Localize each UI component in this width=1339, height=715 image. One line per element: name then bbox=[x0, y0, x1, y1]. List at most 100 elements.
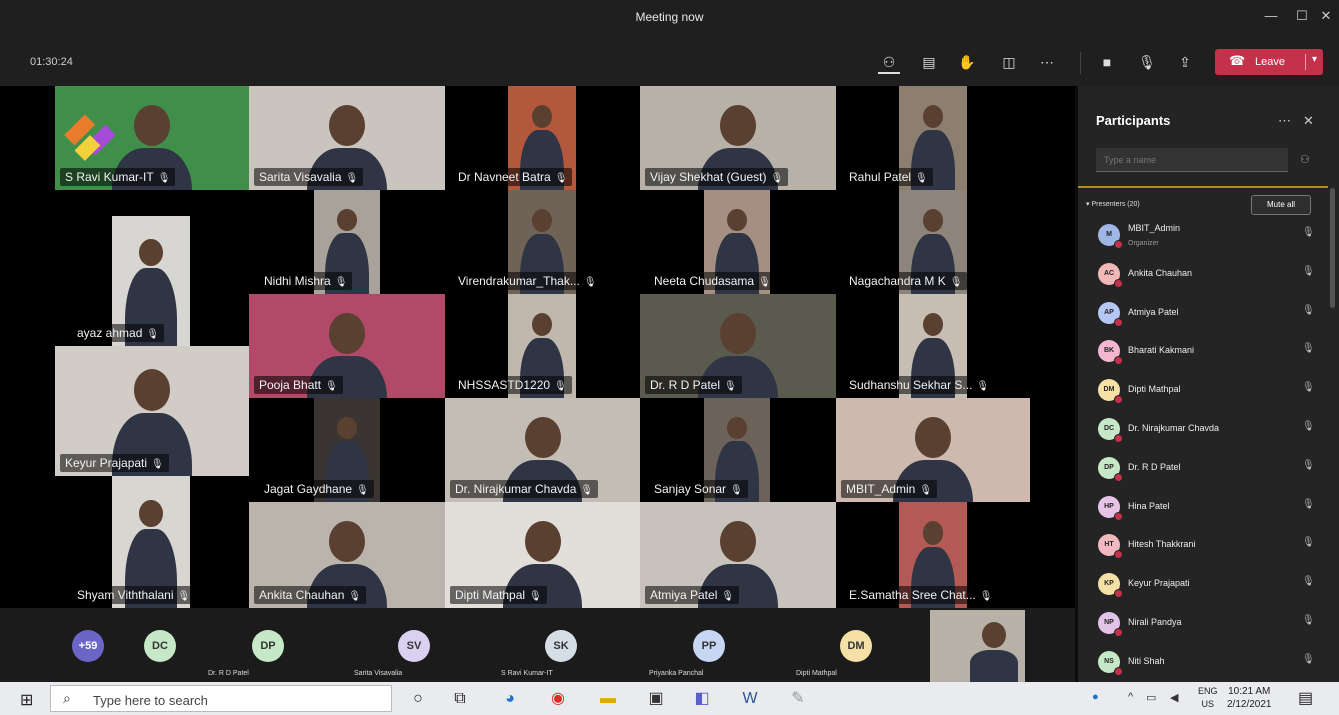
add-participant-icon[interactable]: ⚇ bbox=[1300, 153, 1310, 166]
video-tile[interactable]: Sarita Visavalia 🎙 bbox=[249, 86, 445, 190]
minimize-icon[interactable]: — bbox=[1256, 8, 1286, 23]
chrome-icon[interactable]: ◉ bbox=[546, 687, 570, 711]
leave-options-chevron-icon[interactable]: ▾ bbox=[1304, 54, 1317, 70]
participant-avatar[interactable]: PP bbox=[693, 630, 725, 662]
participant-search-input[interactable] bbox=[1096, 148, 1288, 172]
system-clock[interactable]: 10:21 AM 2/12/2021 bbox=[1227, 685, 1272, 711]
participant-row[interactable]: M MBIT_Admin Organizer 🎙 bbox=[1078, 216, 1328, 254]
video-tile[interactable]: Pooja Bhatt 🎙 bbox=[249, 294, 445, 398]
panel-close-icon[interactable]: ✕ bbox=[1303, 113, 1314, 129]
participant-avatar[interactable]: DM bbox=[840, 630, 872, 662]
presenters-section-header[interactable]: ▾ Presenters (20) bbox=[1086, 200, 1140, 208]
presence-dot-icon bbox=[1114, 395, 1123, 405]
chat-icon[interactable]: ▤ bbox=[918, 52, 940, 72]
video-tile[interactable]: Dr. Nirajkumar Chavda 🎙 bbox=[445, 398, 640, 502]
participant-name: Atmiya Patel bbox=[650, 588, 718, 602]
participant-row[interactable]: HP Hina Patel 🎙 bbox=[1078, 488, 1328, 526]
video-tile[interactable]: E.Samatha Sree Chat... 🎙 bbox=[844, 502, 998, 608]
raise-hand-icon[interactable]: ✋ bbox=[956, 52, 978, 72]
windows-start-icon[interactable]: ⊞ bbox=[20, 690, 33, 710]
video-tile[interactable]: Dipti Mathpal 🎙 bbox=[445, 502, 640, 608]
participant-row[interactable]: DP Dr. R D Patel 🎙 bbox=[1078, 449, 1328, 487]
video-tile[interactable]: Neeta Chudasama 🎙 bbox=[649, 190, 776, 294]
participant-avatar[interactable]: SV bbox=[398, 630, 430, 662]
panel-more-icon[interactable]: ⋯ bbox=[1278, 113, 1291, 129]
participant-head bbox=[337, 416, 357, 440]
participant-row[interactable]: BK Bharati Kakmani 🎙 bbox=[1078, 332, 1328, 370]
mute-all-button[interactable]: Mute all bbox=[1251, 195, 1311, 215]
video-tile[interactable]: Atmiya Patel 🎙 bbox=[640, 502, 836, 608]
pen-app-icon[interactable]: ✎ bbox=[786, 687, 810, 711]
participant-name-label: Sudhanshu Sekhar S... 🎙 bbox=[844, 376, 995, 394]
video-tile[interactable]: Sanjay Sonar 🎙 bbox=[649, 398, 770, 502]
participant-row[interactable]: KP Keyur Prajapati 🎙 bbox=[1078, 565, 1328, 603]
video-tile[interactable]: Sudhanshu Sekhar S... 🎙 bbox=[844, 294, 995, 398]
participant-name-label: Nagachandra M K 🎙 bbox=[844, 272, 968, 290]
mic-muted-icon[interactable]: 🎙 bbox=[1302, 305, 1315, 316]
video-tile[interactable]: ayaz ahmad 🎙 bbox=[72, 216, 190, 346]
mic-muted-icon[interactable]: 🎙 bbox=[1302, 266, 1315, 277]
cortana-icon[interactable]: ○ bbox=[406, 687, 430, 711]
help-tray-icon[interactable]: ● bbox=[1092, 691, 1099, 703]
video-tile[interactable]: S Ravi Kumar-IT 🎙 bbox=[55, 86, 249, 190]
camera-icon[interactable]: ■ bbox=[1096, 52, 1118, 72]
self-video-tile[interactable] bbox=[930, 610, 1025, 682]
participant-name: Rahul Patel bbox=[849, 170, 912, 184]
mic-muted-icon[interactable]: 🎙 bbox=[1136, 52, 1158, 72]
participant-list-scrollbar[interactable] bbox=[1330, 188, 1335, 308]
video-tile[interactable]: MBIT_Admin 🎙 bbox=[836, 398, 1030, 502]
network-icon[interactable]: ▭ bbox=[1146, 691, 1156, 704]
video-tile[interactable]: Dr. R D Patel 🎙 bbox=[640, 294, 836, 398]
show-hidden-icons-chevron-icon[interactable]: ^ bbox=[1128, 691, 1133, 703]
participant-row[interactable]: AP Atmiya Patel 🎙 bbox=[1078, 294, 1328, 332]
store-icon[interactable]: ▣ bbox=[644, 687, 668, 711]
participant-avatar[interactable]: SK bbox=[545, 630, 577, 662]
teams-icon[interactable]: ◧ bbox=[690, 687, 714, 711]
mic-muted-icon[interactable]: 🎙 bbox=[1302, 537, 1315, 548]
video-tile[interactable]: Dr Navneet Batra 🎙 bbox=[453, 86, 576, 190]
mic-muted-icon[interactable]: 🎙 bbox=[1302, 421, 1315, 432]
mic-muted-icon[interactable]: 🎙 bbox=[1302, 499, 1315, 510]
participants-icon[interactable]: ⚇ bbox=[878, 52, 900, 74]
video-tile[interactable]: Jagat Gaydhane 🎙 bbox=[259, 398, 380, 502]
word-icon[interactable]: W bbox=[738, 687, 762, 711]
participant-row[interactable]: NP Nirali Pandya 🎙 bbox=[1078, 604, 1328, 642]
mic-muted-icon[interactable]: 🎙 bbox=[1302, 382, 1315, 393]
volume-icon[interactable]: ◀ bbox=[1170, 691, 1178, 704]
participant-row[interactable]: AC Ankita Chauhan 🎙 bbox=[1078, 255, 1328, 293]
more-actions-icon[interactable]: ⋯ bbox=[1036, 52, 1058, 72]
notifications-icon[interactable]: ▤ bbox=[1298, 688, 1313, 708]
mic-muted-icon[interactable]: 🎙 bbox=[1302, 576, 1315, 587]
participant-row[interactable]: HT Hitesh Thakkrani 🎙 bbox=[1078, 526, 1328, 564]
video-tile[interactable]: Shyam Viththalani 🎙 bbox=[72, 476, 196, 608]
close-icon[interactable]: ✕ bbox=[1311, 8, 1339, 24]
video-tile[interactable]: Virendrakumar_Thak... 🎙 bbox=[453, 190, 602, 294]
mic-muted-icon[interactable]: 🎙 bbox=[1302, 343, 1315, 354]
breakout-rooms-icon[interactable]: ◫ bbox=[998, 52, 1020, 72]
video-tile[interactable]: Nagachandra M K 🎙 bbox=[844, 190, 968, 294]
participant-row[interactable]: DC Dr. Nirajkumar Chavda 🎙 bbox=[1078, 410, 1328, 448]
video-tile[interactable]: Nidhi Mishra 🎙 bbox=[259, 190, 380, 294]
video-tile[interactable]: NHSSASTD1220 🎙 bbox=[453, 294, 576, 398]
taskbar-search-box[interactable]: ⌕ Type here to search bbox=[50, 685, 392, 712]
video-tile[interactable]: Rahul Patel 🎙 bbox=[844, 86, 967, 190]
participant-row[interactable]: NS Niti Shah 🎙 bbox=[1078, 643, 1328, 681]
mic-muted-icon[interactable]: 🎙 bbox=[1302, 654, 1315, 665]
leave-button[interactable]: ☎ Leave ▾ bbox=[1215, 49, 1323, 75]
mic-muted-icon[interactable]: 🎙 bbox=[1302, 460, 1315, 471]
video-tile[interactable]: Keyur Prajapati 🎙 bbox=[55, 346, 249, 476]
participant-avatar[interactable]: DP bbox=[252, 630, 284, 662]
share-screen-icon[interactable]: ⇪ bbox=[1174, 52, 1196, 72]
mic-muted-icon[interactable]: 🎙 bbox=[1302, 615, 1315, 626]
participant-row[interactable]: DM Dipti Mathpal 🎙 bbox=[1078, 371, 1328, 409]
participant-avatar[interactable]: DC bbox=[144, 630, 176, 662]
video-tile[interactable]: Ankita Chauhan 🎙 bbox=[249, 502, 445, 608]
language-indicator[interactable]: ENG US bbox=[1198, 685, 1218, 711]
task-view-icon[interactable]: ⧉ bbox=[448, 687, 472, 711]
participant-row-name: Bharati Kakmani bbox=[1128, 345, 1195, 356]
edge-icon[interactable]: ◕ bbox=[498, 687, 522, 711]
video-tile[interactable]: Vijay Shekhat (Guest) 🎙 bbox=[640, 86, 836, 190]
mic-muted-icon[interactable]: 🎙 bbox=[1302, 227, 1315, 238]
more-participants-badge[interactable]: +59 bbox=[72, 630, 104, 662]
file-explorer-icon[interactable]: ▬ bbox=[596, 687, 620, 711]
